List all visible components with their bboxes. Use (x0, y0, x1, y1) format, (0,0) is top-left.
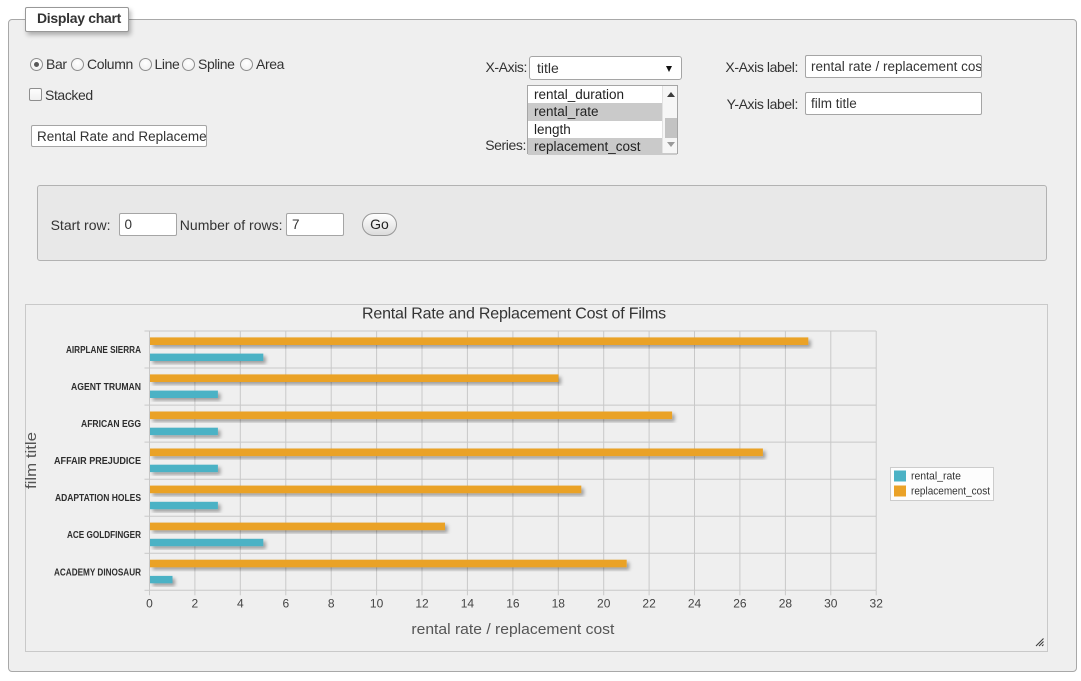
svg-text:12: 12 (415, 597, 429, 611)
svg-text:24: 24 (688, 597, 702, 611)
svg-text:16: 16 (506, 597, 520, 611)
svg-text:ADAPTATION HOLES: ADAPTATION HOLES (55, 493, 141, 504)
svg-text:rental rate / replacement cost: rental rate / replacement cost (411, 622, 614, 638)
svg-text:14: 14 (461, 597, 475, 611)
svg-text:30: 30 (824, 597, 838, 611)
svg-text:6: 6 (282, 597, 289, 611)
svg-text:film title: film title (25, 432, 40, 489)
svg-text:ACE GOLDFINGER: ACE GOLDFINGER (67, 530, 142, 541)
svg-text:28: 28 (779, 597, 793, 611)
svg-text:26: 26 (733, 597, 747, 611)
svg-text:20: 20 (597, 597, 611, 611)
svg-text:rental_rate: rental_rate (911, 471, 961, 483)
svg-text:AIRPLANE SIERRA: AIRPLANE SIERRA (66, 345, 141, 356)
svg-text:ACADEMY DINOSAUR: ACADEMY DINOSAUR (54, 567, 142, 578)
svg-text:8: 8 (328, 597, 335, 611)
svg-text:22: 22 (642, 597, 656, 611)
svg-text:Rental Rate and Replacement Co: Rental Rate and Replacement Cost of Film… (362, 306, 666, 323)
svg-text:AGENT TRUMAN: AGENT TRUMAN (71, 382, 141, 393)
svg-text:replacement_cost: replacement_cost (911, 486, 990, 498)
svg-text:2: 2 (192, 597, 199, 611)
svg-text:AFRICAN EGG: AFRICAN EGG (81, 419, 141, 430)
svg-text:32: 32 (870, 597, 884, 611)
svg-text:10: 10 (370, 597, 384, 611)
svg-text:4: 4 (237, 597, 244, 611)
svg-text:0: 0 (146, 597, 153, 611)
svg-text:AFFAIR PREJUDICE: AFFAIR PREJUDICE (54, 456, 141, 467)
svg-text:18: 18 (552, 597, 566, 611)
